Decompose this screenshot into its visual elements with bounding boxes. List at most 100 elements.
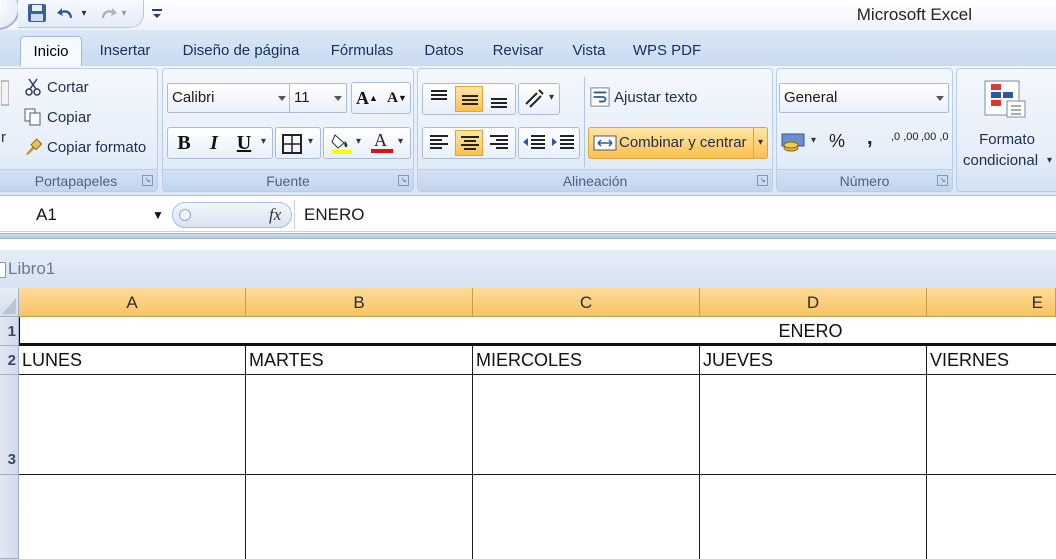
decrease-indent-icon[interactable]	[521, 130, 549, 156]
cell-b4[interactable]	[246, 475, 473, 559]
redo-dropdown-icon[interactable]: ▾	[118, 3, 130, 23]
wrap-text-button[interactable]: Ajustar texto	[590, 87, 697, 107]
cell-a4[interactable]	[19, 475, 246, 559]
save-icon[interactable]	[26, 3, 48, 23]
cell-c3[interactable]	[473, 375, 700, 475]
tab-datos[interactable]: Datos	[416, 36, 472, 66]
paste-label[interactable]: r	[1, 129, 6, 146]
cell-e2[interactable]: VIERNES	[927, 346, 1056, 375]
align-bottom-icon[interactable]	[485, 86, 513, 112]
customize-toolbar-icon[interactable]	[150, 3, 164, 23]
name-box-dropdown-icon[interactable]: ▼	[152, 200, 164, 230]
align-middle-icon[interactable]	[455, 86, 483, 112]
bold-button[interactable]: B	[170, 129, 198, 157]
column-header-c[interactable]: C	[473, 288, 700, 317]
name-box[interactable]: A1 ▼	[0, 200, 172, 230]
copy-button[interactable]: Copiar	[23, 107, 91, 127]
format-painter-button[interactable]: Copiar formato	[23, 137, 146, 157]
cell-a2[interactable]: LUNES	[19, 346, 246, 375]
column-header-b[interactable]: B	[246, 288, 473, 317]
chevron-down-icon	[278, 96, 286, 101]
align-left-icon[interactable]	[425, 130, 453, 156]
cell-d3[interactable]	[700, 375, 927, 475]
cell-c2[interactable]: MIERCOLES	[473, 346, 700, 375]
font-size-select[interactable]: 11	[289, 83, 347, 113]
number-launcher-icon[interactable]: ↘	[937, 175, 948, 186]
column-header-e[interactable]: E	[927, 288, 1056, 317]
font-family-select[interactable]: Calibri	[167, 83, 291, 113]
insert-function-icon[interactable]: fx	[269, 205, 281, 225]
cell-b3[interactable]	[246, 375, 473, 475]
tab-wps-pdf[interactable]: WPS PDF	[628, 36, 706, 66]
row-header-4[interactable]	[0, 475, 19, 559]
merge-center-button[interactable]: Combinar y centrar ▾	[588, 127, 768, 159]
conditional-format-icon	[984, 80, 1026, 118]
window-title: Microsoft Excel	[856, 5, 972, 24]
currency-button[interactable]: ▾	[779, 127, 825, 157]
underline-dropdown-icon[interactable]: ▾	[261, 136, 266, 147]
borders-button[interactable]: ▾	[275, 127, 321, 159]
cell-a3[interactable]	[19, 375, 246, 475]
conditional-format-button[interactable]: Formato condicional ▾	[961, 73, 1053, 173]
row-header-1[interactable]: 1	[0, 317, 19, 346]
cell-d2[interactable]: JUEVES	[700, 346, 927, 375]
font-group: Calibri 11 A ▲ A ▼ B I U ▾ ▾ ▾ A ▾ Fuent…	[162, 68, 414, 192]
cell-e3[interactable]	[927, 375, 1056, 475]
orientation-button[interactable]: ▾	[518, 83, 560, 115]
tab-revisar[interactable]: Revisar	[486, 36, 550, 66]
redo-icon[interactable]	[96, 3, 118, 23]
chevron-down-icon[interactable]: ▾	[398, 136, 403, 147]
alignment-group-label: Alineación	[418, 169, 772, 191]
number-format-select[interactable]: General	[779, 83, 949, 113]
cell-d4[interactable]	[700, 475, 927, 559]
merged-title-cell[interactable]: ENERO	[19, 317, 1056, 346]
underline-button[interactable]: U	[230, 129, 258, 157]
font-launcher-icon[interactable]: ↘	[398, 175, 409, 186]
borders-icon	[282, 134, 302, 154]
vertical-align-buttons	[422, 83, 516, 115]
cut-button[interactable]: Cortar	[23, 77, 89, 97]
tab-formulas[interactable]: Fórmulas	[322, 36, 402, 66]
paste-icon[interactable]	[1, 77, 9, 107]
tab-inicio[interactable]: Inicio	[20, 36, 82, 66]
expand-icon[interactable]	[179, 209, 191, 221]
align-right-icon[interactable]	[485, 130, 513, 156]
cut-label: Cortar	[47, 78, 89, 96]
grow-font-icon[interactable]: A ▲	[353, 84, 381, 112]
column-header-d[interactable]: D	[700, 288, 927, 317]
undo-icon[interactable]	[56, 3, 78, 23]
select-all-corner[interactable]	[0, 288, 19, 317]
tab-vista[interactable]: Vista	[564, 36, 614, 66]
align-top-icon[interactable]	[425, 86, 453, 112]
increase-indent-icon[interactable]	[550, 130, 578, 156]
fill-color-icon[interactable]	[330, 131, 354, 155]
alignment-launcher-icon[interactable]: ↘	[757, 175, 768, 186]
cell-e4[interactable]	[927, 475, 1056, 559]
row-header-2[interactable]: 2	[0, 346, 19, 375]
ribbon-tabs: Inicio Insertar Diseño de página Fórmula…	[0, 30, 1056, 66]
chevron-down-icon[interactable]: ▾	[753, 128, 767, 158]
row-header-3[interactable]: 3	[0, 375, 19, 475]
increase-decimal-button[interactable]: ,0 ,00	[889, 127, 919, 157]
column-header-a[interactable]: A	[19, 288, 246, 317]
chevron-down-icon[interactable]: ▾	[356, 136, 361, 147]
formula-divider	[294, 200, 295, 230]
italic-button[interactable]: I	[200, 129, 228, 157]
horizontal-align-buttons	[422, 127, 516, 159]
workbook-title-bar: Libro1	[0, 250, 1056, 288]
shrink-font-icon[interactable]: A ▼	[383, 84, 411, 112]
office-button[interactable]	[0, 0, 20, 30]
tab-insertar[interactable]: Insertar	[90, 36, 160, 66]
fx-pill: fx	[172, 202, 292, 228]
percent-button[interactable]: %	[829, 131, 845, 152]
undo-dropdown-icon[interactable]: ▾	[78, 3, 90, 23]
cell-c4[interactable]	[473, 475, 700, 559]
formula-input[interactable]: ENERO	[304, 200, 364, 230]
comma-style-button[interactable]: ,	[867, 127, 873, 150]
decrease-decimal-button[interactable]: ,00 ,0	[919, 127, 949, 157]
cell-b2[interactable]: MARTES	[246, 346, 473, 375]
font-color-icon[interactable]: A	[370, 130, 394, 156]
clipboard-launcher-icon[interactable]: ↘	[142, 175, 153, 186]
align-center-icon[interactable]	[455, 130, 483, 156]
tab-diseno-pagina[interactable]: Diseño de página	[174, 36, 308, 66]
